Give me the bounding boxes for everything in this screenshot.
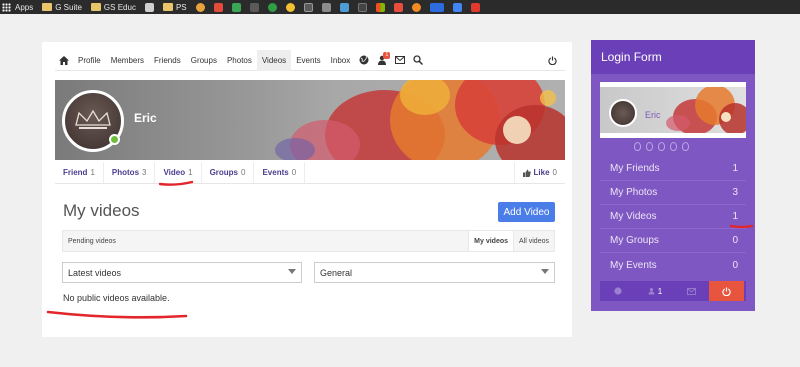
annotation-underline-video-tab bbox=[158, 180, 194, 186]
annotation-underline-empty-message bbox=[46, 310, 188, 319]
annotation-underline-my-videos bbox=[729, 224, 754, 229]
annotation-layer bbox=[46, 180, 754, 319]
